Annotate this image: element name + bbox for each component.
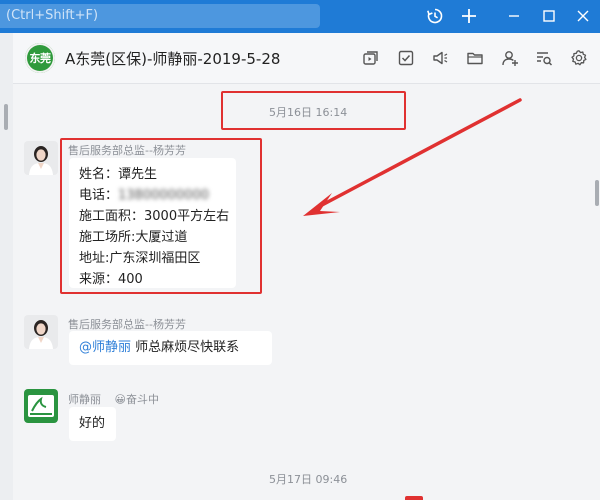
history-icon — [427, 8, 443, 24]
left-scrollbar[interactable] — [4, 104, 8, 130]
add-member-icon — [502, 51, 518, 66]
title-bar: (Ctrl+Shift+F) — [0, 0, 600, 33]
close-button[interactable] — [572, 5, 594, 27]
announce-icon — [433, 51, 448, 65]
sender-name-text: 师静丽 — [68, 393, 101, 406]
files-button[interactable] — [465, 48, 485, 68]
chat-title: A东莞(区保)-师静丽-2019-5-28 — [65, 50, 281, 68]
message-text: 师总麻烦尽快联系 — [131, 340, 240, 355]
message-bubble[interactable]: 好的 — [69, 407, 116, 441]
folder-icon — [467, 52, 483, 65]
maximize-button[interactable] — [538, 5, 560, 27]
add-button[interactable] — [458, 5, 480, 27]
avatar-logo — [24, 389, 58, 423]
message-area[interactable]: 5月16日 16:14 售后服务部总监--杨芳芳 姓名：谭先生 电话：13800… — [13, 84, 600, 500]
avatar-photo — [24, 141, 58, 175]
search-input[interactable]: (Ctrl+Shift+F) — [0, 4, 320, 28]
sender-name: 师静丽 😀奋斗中 — [68, 391, 159, 407]
group-avatar[interactable]: 东莞 — [25, 43, 55, 73]
status-emoji: 😀 — [114, 393, 126, 406]
time-separator: 5月17日 09:46 — [269, 473, 348, 486]
task-icon — [398, 50, 414, 66]
status-text: 奋斗中 — [125, 393, 159, 406]
sender-name: 售后服务部总监--杨芳芳 — [68, 318, 186, 331]
mention-link[interactable]: @师静丽 — [79, 340, 131, 355]
settings-icon — [571, 50, 587, 66]
input-toolbar-edge — [405, 496, 423, 500]
announcement-button[interactable] — [430, 48, 450, 68]
highlight-box-message — [60, 138, 262, 294]
avatar[interactable] — [24, 315, 58, 349]
screen-share-icon — [363, 51, 378, 65]
screen-share-button[interactable] — [361, 48, 381, 68]
search-history-button[interactable] — [534, 48, 554, 68]
minimize-icon — [509, 15, 519, 17]
maximize-icon — [543, 10, 555, 22]
chat-header: 东莞 A东莞(区保)-师静丽-2019-5-28 — [13, 33, 600, 84]
close-icon — [577, 10, 589, 22]
avatar[interactable] — [24, 141, 58, 175]
session-list-edge — [0, 33, 13, 500]
highlight-box-time — [221, 91, 406, 130]
settings-button[interactable] — [569, 48, 589, 68]
message-bubble[interactable]: @师静丽 师总麻烦尽快联系 — [69, 331, 272, 365]
minimize-button[interactable] — [503, 5, 525, 27]
right-scrollbar[interactable] — [595, 180, 599, 206]
search-history-icon — [537, 52, 553, 66]
avatar-photo — [24, 315, 58, 349]
avatar[interactable] — [24, 389, 58, 423]
add-member-button[interactable] — [500, 48, 520, 68]
add-icon — [462, 9, 476, 23]
history-button[interactable] — [424, 5, 446, 27]
task-button[interactable] — [396, 48, 416, 68]
